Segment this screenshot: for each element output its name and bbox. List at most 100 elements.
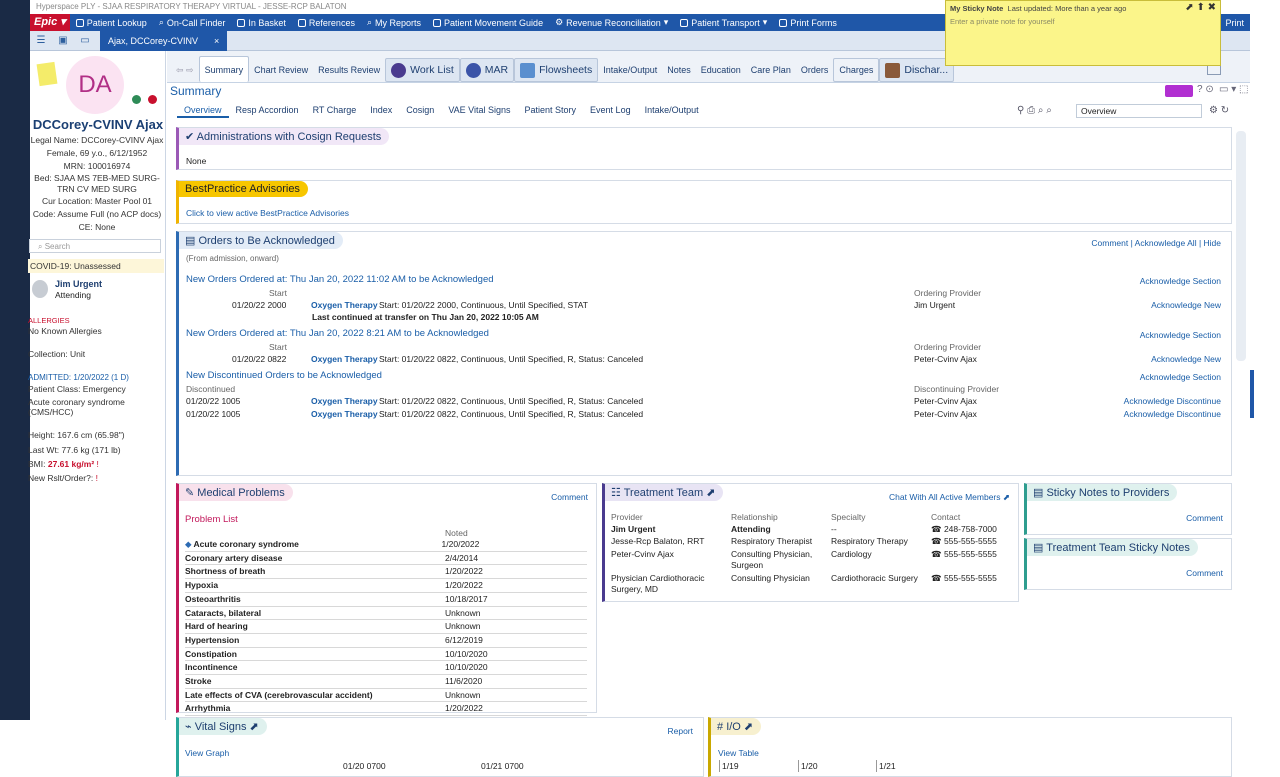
phone-icon[interactable]: ☎ [931, 524, 944, 534]
tab-care-plan[interactable]: Care Plan [746, 58, 796, 82]
team-sticky-header[interactable]: ▤ Treatment Team Sticky Notes [1027, 539, 1198, 556]
tab-intake-output[interactable]: Intake/Output [598, 58, 662, 82]
orders-header[interactable]: ▤ Orders to Be Acknowledged [179, 232, 343, 249]
team-row[interactable]: Jim Urgent Attending -- ☎ 248-758-7000 [611, 524, 1011, 536]
tab-education[interactable]: Education [696, 58, 746, 82]
my-reports-button[interactable]: ⌕ My Reports [361, 17, 427, 28]
table-row[interactable]: Hard of hearing Unknown [185, 620, 587, 634]
tab-notes[interactable]: Notes [662, 58, 696, 82]
tab-mar[interactable]: MAR [459, 58, 515, 82]
order-name[interactable]: Oxygen Therapy [311, 408, 378, 420]
print-forms-button[interactable]: Print Forms [773, 18, 843, 28]
close-icon[interactable]: ⬈ ⬆ ✖ [1185, 2, 1216, 13]
table-row[interactable]: Late effects of CVA (cerebrovascular acc… [185, 689, 587, 703]
patient-tab[interactable]: Ajax, DCCorey-CVINV × [100, 30, 228, 51]
acknowledge-section-link[interactable]: Acknowledge Section [1140, 371, 1221, 383]
table-row[interactable]: Constipation 10/10/2020 [185, 648, 587, 662]
tab-results-review[interactable]: Results Review [313, 58, 385, 82]
io-header[interactable]: # I/O ⬈ [711, 718, 762, 735]
subtab-event-log[interactable]: Event Log [583, 104, 638, 118]
help-icon[interactable]: ? ⊙ [1197, 84, 1214, 95]
acknowledge-discontinue-link[interactable]: Acknowledge Discontinue [1124, 395, 1221, 407]
tab-orders[interactable]: Orders [796, 58, 834, 82]
back-arrow-icon[interactable]: ⇦ ⇨ [171, 58, 199, 82]
menu-icon[interactable]: ☰ [30, 31, 52, 51]
subtab-cosign[interactable]: Cosign [399, 104, 441, 118]
acknowledge-new-link[interactable]: Acknowledge New [1151, 353, 1221, 365]
print-button[interactable]: Print [1219, 18, 1250, 28]
table-row[interactable]: Hypoxia 1/20/2022 [185, 579, 587, 593]
subtab-vae-vital-signs[interactable]: VAE Vital Signs [441, 104, 517, 118]
acknowledge-discontinue-link[interactable]: Acknowledge Discontinue [1124, 408, 1221, 420]
team-row[interactable]: Physician Cardiothoracic Surgery, MD Cons… [611, 573, 1011, 596]
table-row[interactable]: Shortness of breath 1/20/2022 [185, 565, 587, 580]
acknowledge-section-link[interactable]: Acknowledge Section [1140, 275, 1221, 287]
order-name[interactable]: Oxygen Therapy [311, 353, 378, 365]
admitted[interactable]: ADMITTED: 1/20/2022 (1 D) [28, 372, 129, 383]
toolbar-icons[interactable]: ⚲ ⎙ ⌕ ⌕ [1017, 105, 1052, 116]
acknowledge-new-link[interactable]: Acknowledge New [1151, 299, 1221, 311]
allergies-value[interactable]: No Known Allergies [28, 326, 102, 337]
sticky-providers-header[interactable]: ▤ Sticky Notes to Providers [1027, 484, 1178, 501]
team-header[interactable]: ☷ Treatment Team ⬈ [605, 484, 724, 501]
problems-comment-link[interactable]: Comment [551, 491, 588, 503]
revenue-reconciliation-button[interactable]: ⚙ Revenue Reconciliation ▾ [549, 17, 674, 28]
team-row[interactable]: Jesse-Rcp Balaton, RRT Respiratory Therap… [611, 536, 1011, 548]
order-name[interactable]: Oxygen Therapy [311, 395, 378, 407]
problems-header[interactable]: ✎ Medical Problems [179, 484, 293, 501]
table-row[interactable]: Stroke 11/6/2020 [185, 675, 587, 689]
tab-flowsheets[interactable]: Flowsheets [514, 58, 599, 82]
avatar[interactable]: DA [66, 56, 124, 114]
chat-icon[interactable]: ▭ [74, 31, 96, 51]
tab-summary[interactable]: Summary [198, 56, 250, 82]
report-select[interactable]: Overview [1076, 104, 1202, 118]
subtab-intake-output[interactable]: Intake/Output [638, 104, 706, 118]
vitals-report-link[interactable]: Report [667, 725, 693, 737]
table-row[interactable]: Hypertension 6/12/2019 [185, 634, 587, 648]
on-call-finder-button[interactable]: ⌕ On-Call Finder [153, 17, 232, 28]
tab-charges[interactable]: Charges [833, 58, 880, 82]
phone-icon[interactable]: ☎ [931, 573, 944, 583]
table-row[interactable]: Arrhythmia 1/20/2022 [185, 702, 587, 717]
orders-actions[interactable]: Comment | Acknowledge All | Hide [1091, 237, 1221, 249]
subtab-index[interactable]: Index [363, 104, 399, 118]
chat-all-members-link[interactable]: Chat With All Active Members ⬈ [889, 491, 1010, 503]
table-row[interactable]: Incontinence 10/10/2020 [185, 661, 587, 676]
my-sticky-note[interactable]: My Sticky Note Last updated: More than a… [945, 0, 1221, 66]
vitals-graph-link[interactable]: View Graph [185, 747, 229, 759]
covid-status[interactable]: COVID-19: Unassessed [28, 259, 164, 273]
patient-lookup-button[interactable]: Patient Lookup [70, 18, 153, 28]
tab-chart-review[interactable]: Chart Review [249, 58, 313, 82]
table-row[interactable]: Osteoarthritis 10/18/2017 [185, 593, 587, 607]
close-icon[interactable]: × [214, 36, 219, 46]
table-row[interactable]: Coronary artery disease 2/4/2014 [185, 552, 587, 566]
order-name[interactable]: Oxygen Therapy [311, 299, 378, 311]
bpa-header[interactable]: BestPractice Advisories [179, 181, 308, 197]
new-result-order[interactable]: New Rslt/Order?: ! [28, 473, 98, 484]
patient-movement-guide-button[interactable]: Patient Movement Guide [427, 18, 549, 28]
subtab-patient-story[interactable]: Patient Story [518, 104, 584, 118]
schedule-icon[interactable]: ▣ [52, 31, 74, 51]
bpa-link[interactable]: Click to view active BestPractice Adviso… [186, 208, 349, 218]
acknowledge-section-link[interactable]: Acknowledge Section [1140, 329, 1221, 341]
tab-work-list[interactable]: Work List [385, 58, 460, 82]
alerts-badge[interactable] [1165, 85, 1193, 97]
window-controls-icon[interactable]: ▭ ▾ ⬚ [1219, 84, 1248, 95]
refresh-icon[interactable]: ⚙ ↻ [1209, 105, 1229, 116]
subtab-resp-accordion[interactable]: Resp Accordion [229, 104, 306, 118]
main-scrollbar[interactable] [1236, 131, 1246, 361]
sidebar-search-input[interactable]: ⌕ Search [29, 239, 161, 253]
provider-name[interactable]: Physician Cardiothoracic Surgery, MD [611, 573, 705, 595]
subtab-rt-charge[interactable]: RT Charge [306, 104, 364, 118]
attending-name[interactable]: Jim Urgent [55, 279, 102, 289]
patient-transport-button[interactable]: Patient Transport ▾ [674, 17, 773, 28]
patient-name[interactable]: DCCorey-CVINV Ajax [30, 117, 166, 132]
phone-icon[interactable]: ☎ [931, 536, 944, 546]
provider-name[interactable]: Jesse-Rcp Balaton, RRT [611, 536, 704, 546]
tab-discharge[interactable]: Dischar... [879, 58, 955, 82]
subtab-overview[interactable]: Overview [177, 104, 229, 118]
team-row[interactable]: Peter-Cvinv Ajax Consulting Physician, Su… [611, 549, 1011, 572]
in-basket-button[interactable]: In Basket [231, 18, 292, 28]
provider-name[interactable]: Jim Urgent [611, 524, 655, 534]
references-button[interactable]: References [292, 18, 361, 28]
